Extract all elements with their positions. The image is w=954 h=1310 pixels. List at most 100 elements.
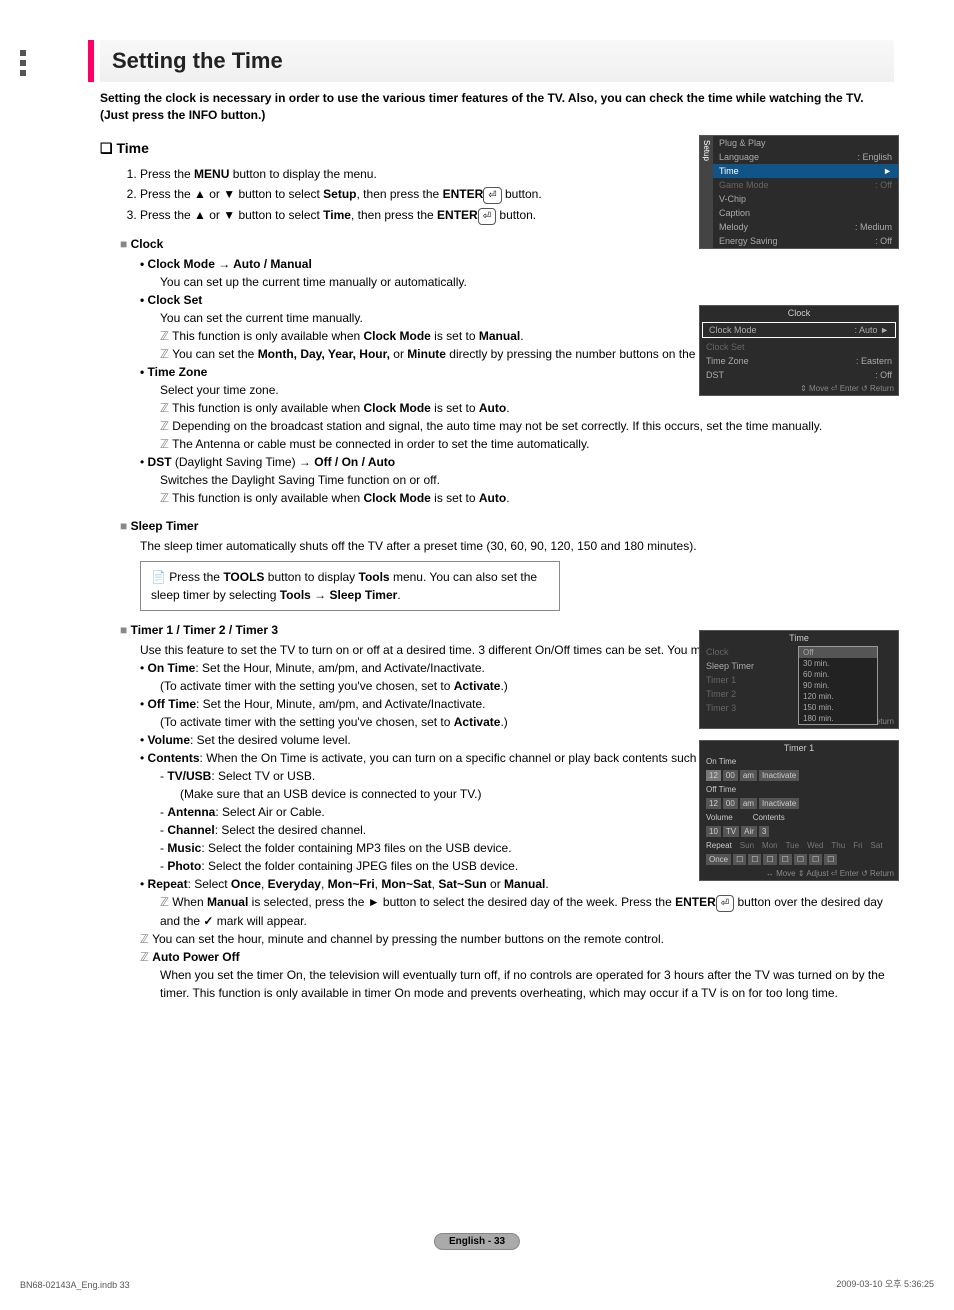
page-title: Setting the Time: [100, 40, 894, 82]
osd3-popup: Off 30 min. 60 min. 90 min. 120 min. 150…: [798, 646, 878, 725]
osd-timer1-menu: Timer 1 On Time 12 00 am Inactivate Off …: [699, 740, 899, 881]
tvb: : Select TV or USB.: [211, 769, 315, 783]
tools-tip-1: Press the TOOLS button to display Tools …: [151, 568, 549, 604]
step2-d: ENTER: [443, 187, 484, 201]
footer-right: 2009-03-10 오후 5:36:25: [836, 1277, 934, 1290]
apo-heading: Auto Power Off: [140, 948, 894, 966]
n6d: Auto: [479, 491, 506, 505]
osd4-vol-lbl: Volume: [706, 813, 733, 822]
osd4-off-row: 12 00 am Inactivate: [700, 796, 898, 811]
clock-mode-desc: You can set up the current time manually…: [160, 273, 894, 291]
off-b: : Set the Hour, Minute, am/pm, and Activ…: [196, 697, 485, 711]
osd2r4k: DST: [706, 370, 724, 380]
osd4-on-row: 12 00 am Inactivate: [700, 768, 898, 783]
osd1-r3k: Game Mode: [719, 180, 769, 190]
osd1-r4k: V-Chip: [719, 194, 746, 204]
osd-time-menu: Time Clock Sleep Timer Timer 1 Timer 2 T…: [699, 630, 899, 729]
d5: Fri: [853, 841, 862, 850]
dst-a: DST: [148, 455, 172, 469]
n2d: Minute: [407, 347, 446, 361]
osd3r4: Timer 3: [706, 703, 736, 713]
off-e: .): [500, 715, 507, 729]
osd3-title: Time: [700, 631, 898, 645]
rnc: is selected, press the ► button to selec…: [248, 895, 675, 909]
osd1-hlv: ►: [883, 166, 892, 176]
apoh: Auto Power Off: [152, 950, 239, 964]
rep-lbl: Repeat: [706, 841, 732, 850]
osd1-r6k: Melody: [719, 222, 748, 232]
rh: Manual: [504, 877, 545, 891]
osd2r1v: : Auto: [855, 325, 878, 335]
popup-0: Off: [799, 647, 877, 658]
tb: TOOLS: [223, 570, 264, 584]
on-e: .): [500, 679, 507, 693]
sleep-desc: The sleep timer automatically shuts off …: [140, 537, 894, 555]
osd2r4v: : Off: [875, 370, 892, 380]
apo-desc: When you set the timer On, the televisio…: [160, 966, 894, 1002]
step2-c: , then press the: [357, 187, 443, 201]
step2-e: button.: [502, 187, 542, 201]
dst-desc: Switches the Daylight Saving Time functi…: [160, 471, 894, 489]
osd2r1k: Clock Mode: [709, 325, 757, 335]
step3-a: Press the ▲ or ▼ button to select: [140, 208, 323, 222]
rng: mark will appear.: [217, 914, 307, 928]
d3: Wed: [807, 841, 823, 850]
footer-left: BN68-02143A_Eng.indb 33: [20, 1280, 130, 1290]
osd3r2: Timer 1: [706, 675, 736, 685]
page-number-pill: English - 33: [434, 1233, 520, 1250]
n1e: .: [520, 329, 523, 343]
off-hr: 12: [706, 798, 721, 809]
osd4-ontime-label: On Time: [700, 755, 898, 768]
n2c: or: [390, 347, 407, 361]
off-c: (To activate timer with the setting you'…: [160, 715, 454, 729]
vol-val: 10: [706, 826, 721, 837]
osd2r3k: Time Zone: [706, 356, 749, 366]
popup-2: 60 min.: [799, 669, 877, 680]
n6a: This function is only available when: [172, 491, 363, 505]
step1-b: MENU: [194, 167, 229, 181]
popup-4: 120 min.: [799, 691, 877, 702]
clock-note5: The Antenna or cable must be connected i…: [160, 435, 894, 453]
ra: Repeat: [148, 877, 188, 891]
td: Tools: [359, 570, 390, 584]
cha: Channel: [167, 823, 214, 837]
osd2-title: Clock: [700, 306, 898, 320]
osd2-r4: DST : Off: [700, 368, 898, 382]
chb: : Select the desired channel.: [215, 823, 366, 837]
osd1-r4: V-Chip: [713, 192, 898, 206]
osd2r2k: Clock Set: [706, 342, 745, 352]
off-ampm: am: [740, 798, 757, 809]
step1-c: button to display the menu.: [229, 167, 376, 181]
osd3r3: Timer 2: [706, 689, 736, 699]
d2: Tue: [786, 841, 800, 850]
rnd: ENTER: [675, 895, 716, 909]
on-c: (To activate timer with the setting you'…: [160, 679, 454, 693]
tools-tip-box: Press the TOOLS button to display Tools …: [140, 561, 560, 611]
popup-1: 30 min.: [799, 658, 877, 669]
n3e: .: [506, 401, 509, 415]
pa: Photo: [167, 859, 201, 873]
d1: Mon: [762, 841, 778, 850]
cv0: TV: [723, 826, 739, 837]
check-icon: ✓: [203, 914, 216, 928]
n3b: Clock Mode: [364, 401, 431, 415]
rna: When: [172, 895, 207, 909]
osd1-r7: Energy Saving: Off: [713, 234, 898, 248]
osd1-r1k: Plug & Play: [719, 138, 766, 148]
d6: Sat: [871, 841, 883, 850]
d0: Sun: [740, 841, 754, 850]
osd1-r5: Caption: [713, 206, 898, 220]
osd-setup-menu: Setup Plug & Play Language: English Time…: [699, 135, 899, 249]
osd1-r2k: Language: [719, 152, 759, 162]
osd4-repeat-row: Repeat Sun Mon Tue Wed Thu Fri Sat: [700, 839, 898, 852]
once-cell: Once: [706, 854, 731, 865]
n2b: Month, Day, Year, Hour,: [258, 347, 390, 361]
n1a: This function is only available when: [172, 329, 363, 343]
dst-line: DST (Daylight Saving Time) → Off / On / …: [140, 453, 894, 471]
enter-icon: ⏎: [716, 895, 734, 912]
n1c: is set to: [431, 329, 479, 343]
osd1-hlk: Time: [719, 166, 739, 176]
ta: Press the: [169, 570, 223, 584]
osd4-vol-cont-row: 10 TV Air 3: [700, 824, 898, 839]
off-a: Off Time: [148, 697, 196, 711]
